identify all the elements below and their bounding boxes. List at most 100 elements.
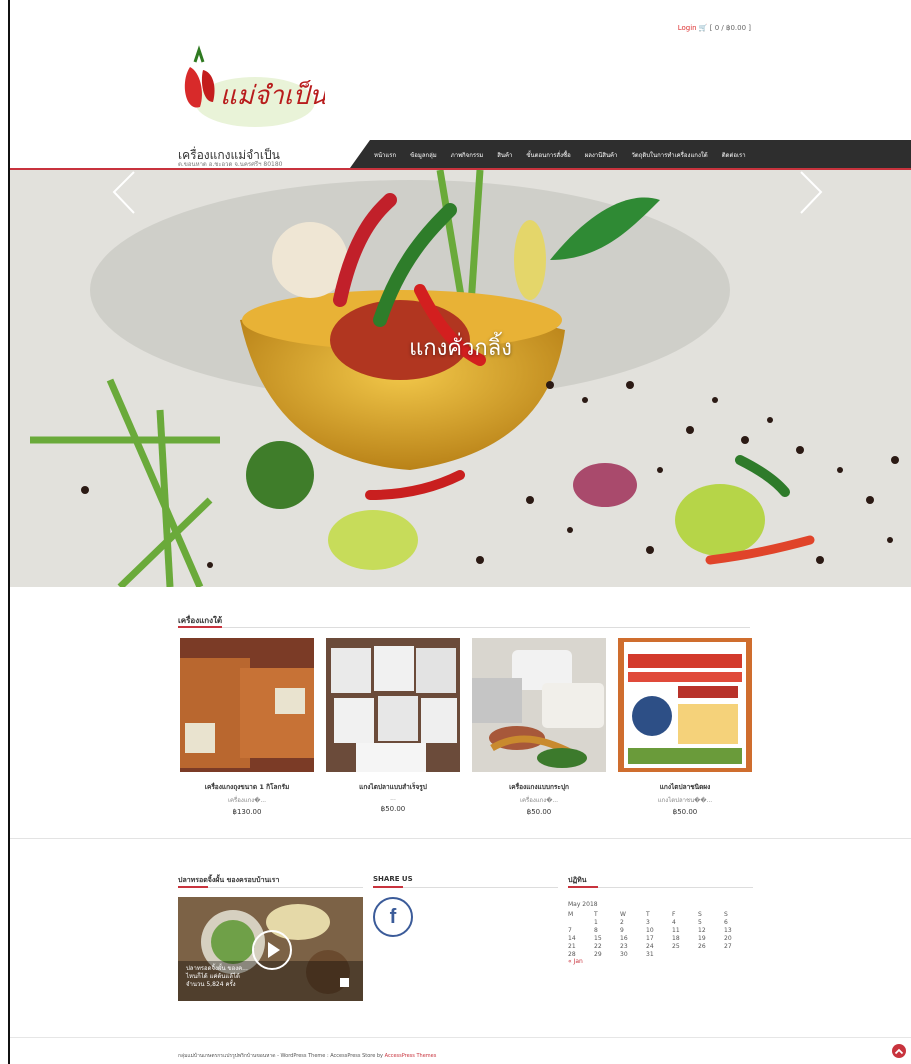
nav-item[interactable]: วัตถุดิบในการทำเครื่องแกงใต้: [631, 150, 707, 160]
video-caption-line2: ไหนก็ได้ แค่ต้นแล้ได้: [186, 973, 240, 980]
calendar-day-header: M: [568, 910, 574, 918]
calendar-day: 4: [672, 918, 676, 926]
calendar-widget-rule: [568, 886, 753, 888]
footer-theme-link[interactable]: AccessPress Themes: [385, 1053, 437, 1059]
top-links: Login 🛒 [ 0 / ฿0.00 ]: [678, 24, 751, 32]
slide-caption: แกงคั่วกลิ้ง: [409, 336, 512, 361]
main-nav: หน้าแรก ข้อมูลกลุ่ม ภาพกิจกรรม สินค้า ขั้นตอ…: [350, 140, 911, 168]
calendar-day-header: T: [594, 910, 598, 918]
video-caption: ปลาทรอดจิ้งผั้น ของค... ไหนก็ได้ แค่ต้นแ…: [186, 965, 248, 989]
calendar-day-header: S: [724, 910, 728, 918]
video-widget-title: ปลาทรอดจิ้งผั้น ของครอบบ้านเรา: [178, 876, 280, 884]
calendar-day: 2: [620, 918, 624, 926]
calendar-week: 14 15 16 17 18 19 20: [568, 934, 750, 942]
calendar-week: 1 2 3 4 5 6: [568, 918, 750, 926]
calendar-day: 28: [568, 950, 576, 958]
calendar-table: MTWTFSS 1 2 3 4 5 6 7 8 9 10 11 12 13 14 15 16 17 18 19 20 2…: [568, 910, 750, 958]
calendar: May 2018 MTWTFSS 1 2 3 4 5 6 7 8 9 10 11 12 13 14 15 16…: [568, 901, 750, 965]
product-image[interactable]: [326, 638, 460, 772]
product-name[interactable]: เครื่องแกงถุงขนาด 1 กิโลกรัม: [178, 782, 316, 792]
calendar-day: 18: [672, 934, 680, 942]
video-caption-line3: จำนวน 5,824 ครั้ง: [186, 981, 236, 988]
calendar-day-header: T: [646, 910, 650, 918]
calendar-day: 12: [698, 926, 706, 934]
calendar-day: 27: [724, 942, 732, 950]
calendar-week: 7 8 9 10 11 12 13: [568, 926, 750, 934]
product-price: ฿50.00: [672, 808, 698, 816]
calendar-day: 29: [594, 950, 602, 958]
nav-item[interactable]: ข้อมูลกลุ่ม: [410, 150, 437, 160]
chevron-up-icon: [894, 1048, 904, 1055]
share-widget-rule: [373, 886, 558, 888]
product-price: ฿50.00: [526, 808, 552, 816]
section-divider: [10, 838, 911, 839]
calendar-day: 10: [646, 926, 654, 934]
slider-prev-arrow-icon[interactable]: [110, 170, 140, 215]
nav-item[interactable]: ผลงานีสินค้า: [585, 150, 618, 160]
nav-item[interactable]: ติดต่อเรา: [722, 150, 746, 160]
product-image[interactable]: [618, 638, 752, 772]
nav-item[interactable]: ขั้นตอนการสั่งซื้อ: [526, 150, 570, 160]
video-thumbnail[interactable]: ปลาทรอดจิ้งผั้น ของค... ไหนก็ได้ แค่ต้นแ…: [178, 897, 363, 1001]
product-image[interactable]: [180, 638, 314, 772]
calendar-day-header: F: [672, 910, 676, 918]
scroll-to-top-icon[interactable]: [892, 1044, 906, 1058]
product-name[interactable]: แกงไตปลาชนิดผง: [616, 782, 754, 792]
site-logo[interactable]: แม่จำเป็น: [175, 42, 325, 137]
share-widget-title: SHARE US: [373, 875, 413, 883]
calendar-day: 26: [698, 942, 706, 950]
facebook-small-icon: [340, 978, 349, 987]
product-card[interactable]: แกงไตปลาชนิดผง แกงไตปลาชน��... ฿50.00: [616, 638, 754, 816]
calendar-day: 24: [646, 942, 654, 950]
calendar-day: 1: [594, 918, 598, 926]
product-desc: เครื่องแกง�...: [519, 797, 559, 804]
calendar-day: 7: [568, 926, 572, 934]
product-card[interactable]: แกงไตปลาแบบสำเร็จรูป ... ฿50.00: [324, 638, 462, 816]
product-name[interactable]: แกงไตปลาแบบสำเร็จรูป: [324, 782, 462, 792]
calendar-day: 3: [646, 918, 650, 926]
calendar-day: 5: [698, 918, 702, 926]
calendar-day: 13: [724, 926, 732, 934]
svg-text:แม่จำเป็น: แม่จำเป็น: [220, 79, 325, 111]
footer-rule: [10, 1037, 911, 1038]
calendar-day: 14: [568, 934, 576, 942]
calendar-day: 9: [620, 926, 624, 934]
calendar-day: 17: [646, 934, 654, 942]
calendar-prev-link[interactable]: « Jan: [568, 958, 750, 965]
login-link[interactable]: Login: [678, 24, 697, 32]
product-list: เครื่องแกงถุงขนาด 1 กิโลกรัม เครื่องแกง�…: [178, 638, 754, 816]
calendar-week: 28 29 30 31: [568, 950, 750, 958]
footer-text: กลุ่มแม่บ้านเกษตรกรแปรรูปพริกบ้านขอนหาด …: [178, 1052, 436, 1060]
slider-next-arrow-icon[interactable]: [795, 170, 825, 215]
product-image[interactable]: [472, 638, 606, 772]
products-section-rule: [178, 626, 750, 628]
calendar-day: 6: [724, 918, 728, 926]
calendar-day: [698, 950, 724, 958]
product-name[interactable]: เครื่องแกงแบบกระปุก: [470, 782, 608, 792]
calendar-day: 16: [620, 934, 628, 942]
calendar-day: 22: [594, 942, 602, 950]
cart-total[interactable]: [ 0 / ฿0.00 ]: [710, 24, 751, 32]
calendar-day: [568, 918, 594, 926]
calendar-day: 25: [672, 942, 680, 950]
product-card[interactable]: เครื่องแกงแบบกระปุก เครื่องแกง�... ฿50.0…: [470, 638, 608, 816]
nav-item[interactable]: สินค้า: [497, 150, 512, 160]
calendar-week: 21 22 23 24 25 26 27: [568, 942, 750, 950]
video-caption-line1: ปลาทรอดจิ้งผั้น ของค...: [186, 965, 248, 972]
nav-item[interactable]: หน้าแรก: [374, 150, 396, 160]
product-price: ฿50.00: [380, 805, 406, 813]
play-icon[interactable]: [252, 930, 292, 970]
calendar-day: [672, 950, 698, 958]
cart-icon[interactable]: 🛒: [699, 24, 708, 32]
calendar-day: 23: [620, 942, 628, 950]
calendar-day: [724, 950, 750, 958]
calendar-day: 15: [594, 934, 602, 942]
product-card[interactable]: เครื่องแกงถุงขนาด 1 กิโลกรัม เครื่องแกง�…: [178, 638, 316, 816]
calendar-day: 21: [568, 942, 576, 950]
facebook-icon[interactable]: f: [373, 897, 413, 937]
product-desc: แกงไตปลาชน��...: [657, 797, 713, 804]
product-desc: ...: [390, 795, 396, 802]
hero-image: [10, 170, 911, 587]
calendar-day-header: W: [620, 910, 626, 918]
nav-item[interactable]: ภาพกิจกรรม: [451, 150, 483, 160]
